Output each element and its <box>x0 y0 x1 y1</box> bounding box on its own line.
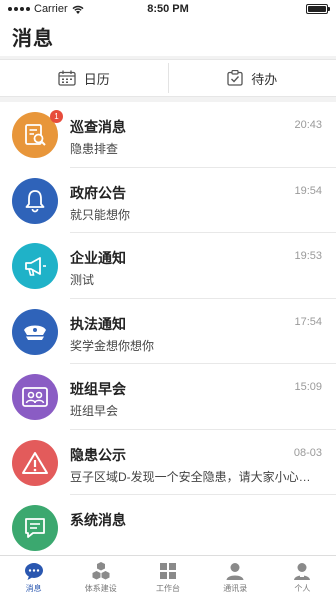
page-title: 消息 <box>12 28 54 50</box>
tab-label: 通讯录 <box>223 584 248 593</box>
megaphone-icon <box>25 257 46 276</box>
message-row-meeting[interactable]: 班组早会 班组早会 15:09 <box>0 364 336 430</box>
message-list: 1 巡查消息 隐患排查 20:43 政府公告 就只能想你 19:54 企业通知 … <box>0 102 336 555</box>
calendar-icon <box>58 70 76 86</box>
inspection-icon <box>25 124 46 146</box>
chat-icon <box>25 518 45 538</box>
tab-system[interactable]: 体系建设 <box>67 556 134 596</box>
todo-icon <box>227 70 243 86</box>
workbench-icon <box>160 563 176 579</box>
message-time: 19:53 <box>294 250 322 262</box>
tab-label: 消息 <box>25 584 42 593</box>
todo-label: 待办 <box>251 71 278 87</box>
message-row-government[interactable]: 政府公告 就只能想你 19:54 <box>0 168 336 234</box>
message-row-enforcement[interactable]: 执法通知 奖学金想你想你 17:54 <box>0 299 336 365</box>
person-icon <box>294 563 311 580</box>
message-time: 20:43 <box>294 119 322 131</box>
hazard-avatar <box>12 439 58 486</box>
message-row-hazard[interactable]: 隐患公示 豆子区域D-发现一个安全隐患，请大家小心… 08-03 <box>0 430 336 496</box>
message-preview: 就只能想你 <box>70 207 131 222</box>
tab-label: 个人 <box>294 584 311 593</box>
police-cap-icon <box>24 325 46 340</box>
todo-button[interactable]: 待办 <box>169 60 336 96</box>
meeting-icon <box>22 387 48 407</box>
message-title: 系统消息 <box>70 512 126 528</box>
message-preview: 奖学金想你想你 <box>70 338 155 353</box>
message-time: 19:54 <box>294 184 322 197</box>
status-time: 8:50 PM <box>147 3 189 15</box>
tab-bar: 消息 体系建设 工作台 通讯录 个人 <box>0 555 336 596</box>
calendar-label: 日历 <box>83 71 110 87</box>
message-title: 执法通知 <box>70 315 126 332</box>
message-row-enterprise[interactable]: 企业通知 测试 19:53 <box>0 233 336 299</box>
message-row-system[interactable]: 系统消息 <box>0 495 336 555</box>
enforcement-avatar <box>12 308 58 355</box>
unread-badge: 1 <box>50 110 63 123</box>
calendar-button[interactable]: 日历 <box>0 60 168 96</box>
message-title: 政府公告 <box>70 184 126 201</box>
message-preview: 测试 <box>70 273 95 287</box>
tab-messages[interactable]: 消息 <box>0 556 67 596</box>
message-title: 企业通知 <box>70 250 126 266</box>
message-time: 08-03 <box>293 446 322 459</box>
bell-icon <box>25 189 45 212</box>
tab-label: 工作台 <box>156 584 180 593</box>
message-title: 巡查消息 <box>70 119 126 135</box>
meeting-avatar <box>12 374 58 420</box>
tab-contacts[interactable]: 通讯录 <box>202 556 269 596</box>
system-avatar <box>12 505 58 551</box>
tab-workbench[interactable]: 工作台 <box>134 556 201 596</box>
contacts-icon <box>226 563 244 580</box>
message-title: 班组早会 <box>70 381 126 397</box>
message-preview: 豆子区域D-发现一个安全隐患，请大家小心… <box>70 469 311 484</box>
message-time: 15:09 <box>294 381 322 393</box>
message-title: 隐患公示 <box>70 446 126 463</box>
message-time: 17:54 <box>294 315 322 328</box>
battery-icon <box>306 4 330 14</box>
message-row-inspection[interactable]: 1 巡查消息 隐患排查 20:43 <box>0 102 336 168</box>
status-bar: Carrier 8:50 PM <box>0 0 336 18</box>
quick-actions-bar: 日历 待办 <box>0 59 336 97</box>
system-icon <box>92 562 110 580</box>
nav-bar: 消息 <box>0 18 336 56</box>
tab-profile[interactable]: 个人 <box>269 556 336 596</box>
warning-icon <box>22 451 48 474</box>
enterprise-avatar <box>12 243 58 289</box>
message-icon <box>24 563 43 580</box>
tab-label: 体系建设 <box>84 584 117 593</box>
message-preview: 班组早会 <box>70 404 119 418</box>
message-preview: 隐患排查 <box>70 142 119 156</box>
government-avatar <box>12 177 58 224</box>
